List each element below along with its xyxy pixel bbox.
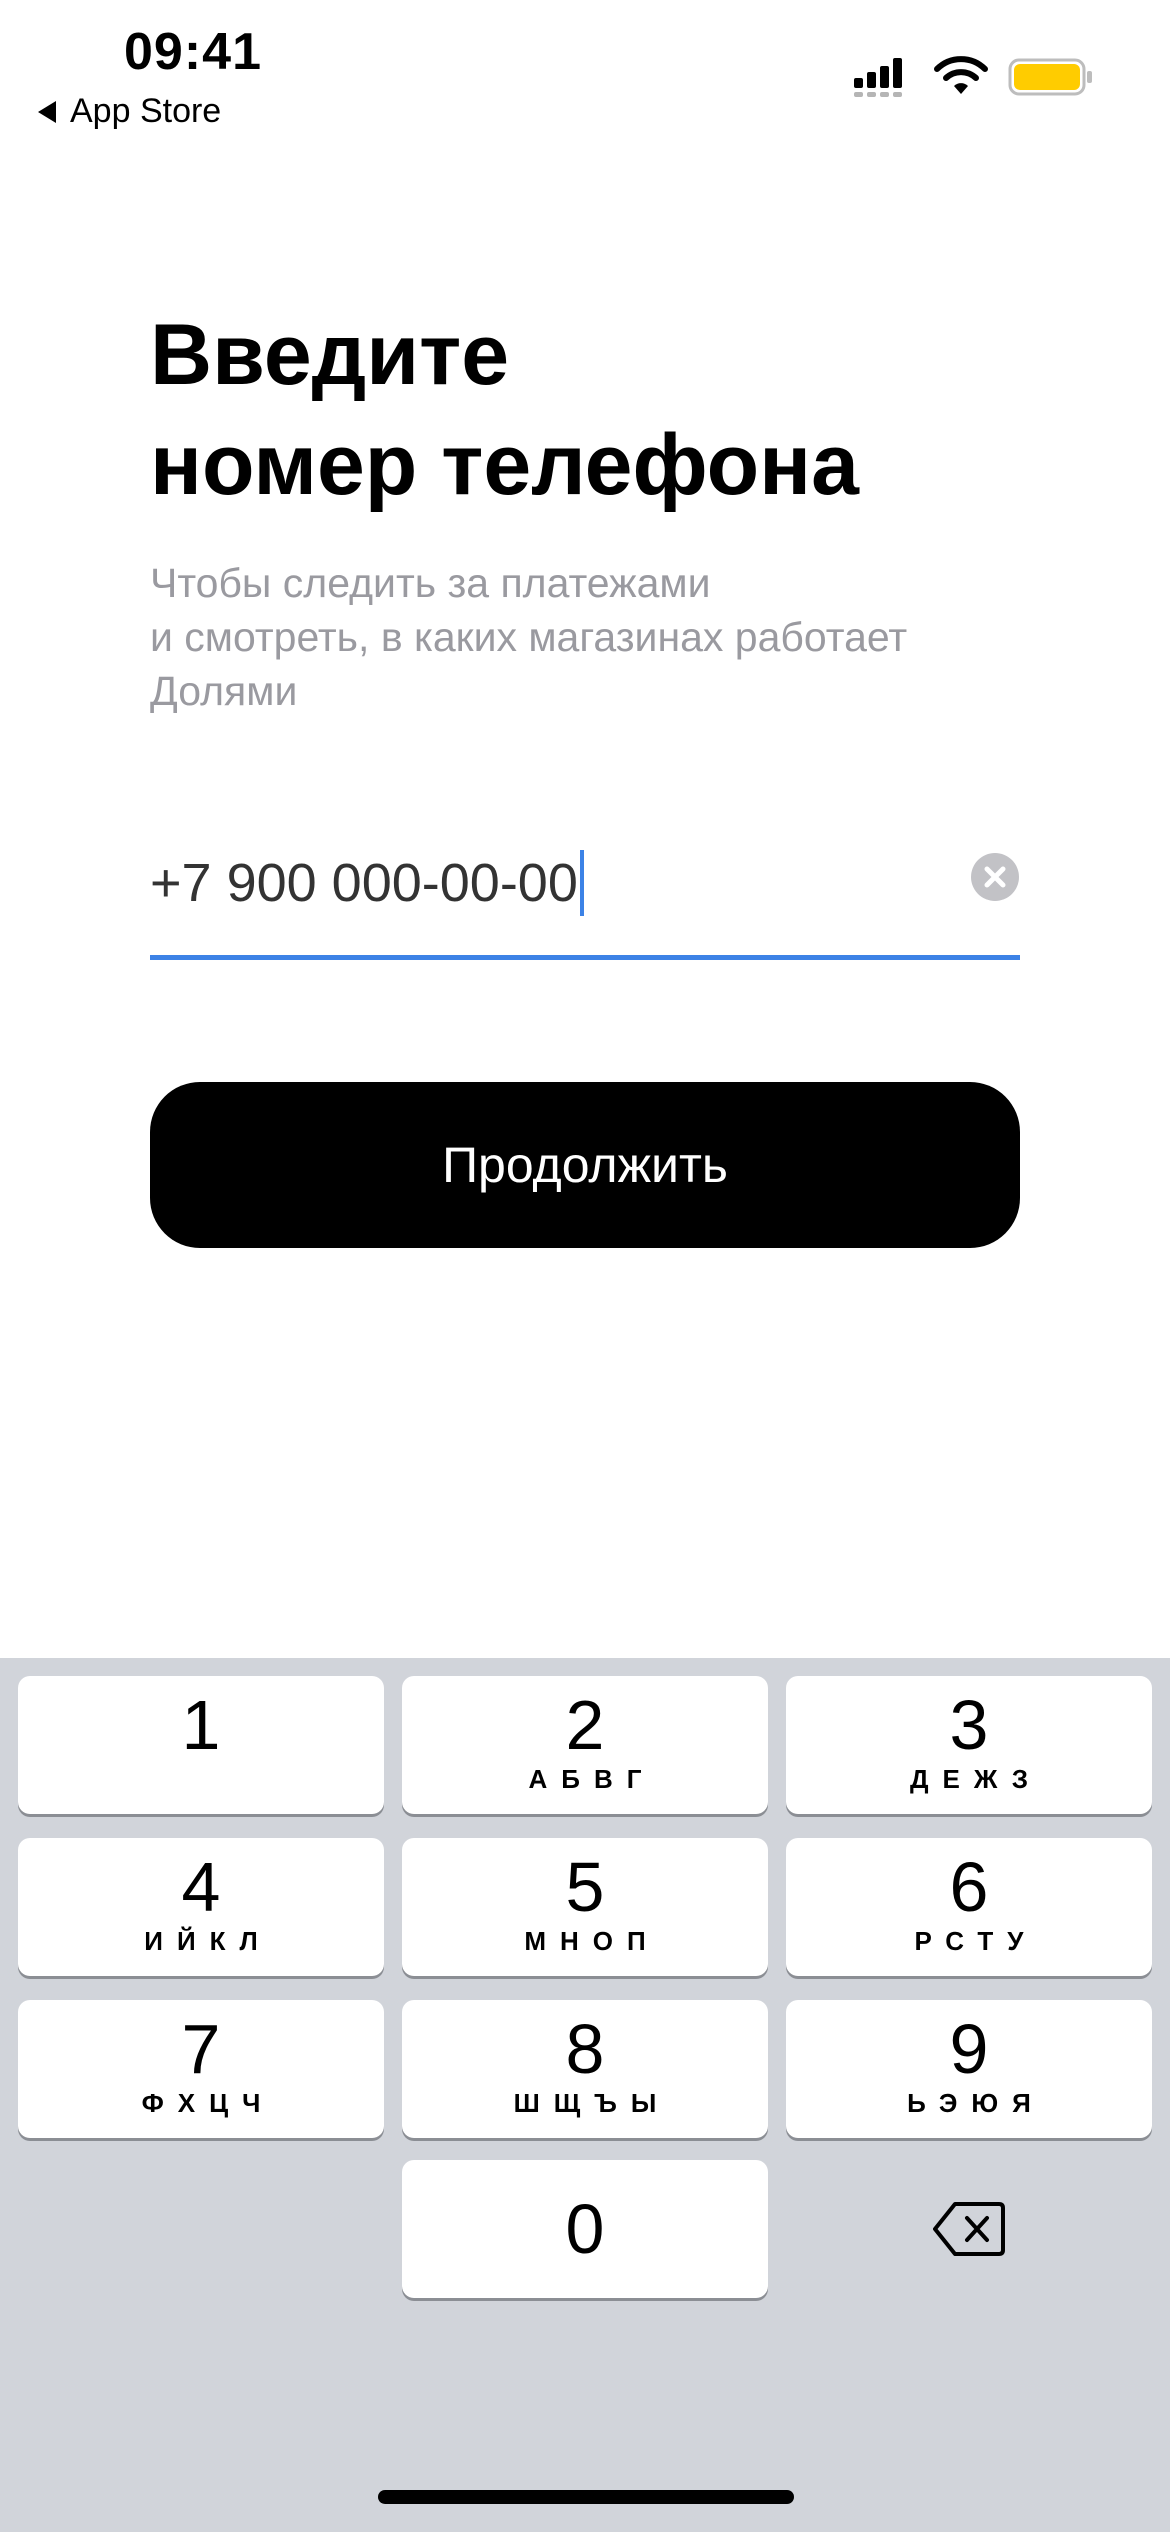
- back-app-label: App Store: [70, 92, 222, 130]
- key-digit: 0: [565, 2190, 605, 2268]
- key-letters: ФХЦЧ: [141, 2088, 275, 2118]
- wifi-icon: [934, 56, 988, 94]
- title-line-1: Введите: [150, 307, 510, 403]
- key-letters: РСТУ: [914, 1926, 1038, 1956]
- key-7[interactable]: 7 ФХЦЧ: [18, 2000, 384, 2138]
- key-letters: ЬЭЮЯ: [907, 2088, 1045, 2118]
- key-2[interactable]: 2 АБВГ: [402, 1676, 768, 1814]
- key-1[interactable]: 1: [18, 1676, 384, 1814]
- key-digit: 8: [565, 2010, 605, 2088]
- clear-input-icon[interactable]: [970, 852, 1020, 902]
- subtitle-line-1: Чтобы следить за платежами: [150, 560, 711, 606]
- subtitle-line-2: и смотреть, в каких магазинах работает: [150, 614, 908, 660]
- back-triangle-icon: [38, 100, 56, 123]
- key-digit: 7: [181, 2010, 221, 2088]
- key-digit: 3: [949, 1686, 989, 1764]
- key-digit: 4: [181, 1848, 221, 1926]
- phone-input[interactable]: +7 900 000-00-00: [150, 830, 1020, 960]
- key-letters: ИЙКЛ: [144, 1926, 272, 1956]
- backspace-icon: [933, 2202, 1005, 2256]
- page-title: Введите номер телефона: [150, 300, 1050, 520]
- phone-input-value-wrap: +7 900 000-00-00: [150, 850, 584, 916]
- key-letters: ШЩЪЫ: [513, 2088, 671, 2118]
- key-6[interactable]: 6 РСТУ: [786, 1838, 1152, 1976]
- key-8[interactable]: 8 ШЩЪЫ: [402, 2000, 768, 2138]
- subtitle-line-3: Долями: [150, 668, 298, 714]
- key-digit: 2: [565, 1686, 605, 1764]
- key-4[interactable]: 4 ИЙКЛ: [18, 1838, 384, 1976]
- back-to-app-store[interactable]: App Store: [38, 92, 221, 131]
- key-letters: АБВГ: [528, 1764, 656, 1794]
- key-5[interactable]: 5 МНОП: [402, 1838, 768, 1976]
- key-digit: 9: [949, 2010, 989, 2088]
- numeric-keypad: 1 2 АБВГ 3 ДЕЖЗ 4 ИЙКЛ 5 МНОП 6 РСТУ 7 Ф…: [0, 1658, 1170, 2532]
- key-digit: 6: [949, 1848, 989, 1926]
- cellular-signal-icon: [854, 58, 902, 97]
- page-subtitle: Чтобы следить за платежами и смотреть, в…: [150, 556, 1050, 718]
- text-caret: [579, 850, 584, 916]
- battery-icon: [1008, 58, 1092, 96]
- phone-entry-screen: 09:41 App Store Введите номер телефона Ч…: [0, 0, 1170, 2532]
- continue-button[interactable]: Продолжить: [150, 1082, 1020, 1248]
- key-digit: 5: [565, 1848, 605, 1926]
- status-time: 09:41: [124, 23, 262, 81]
- phone-input-value: +7 900 000-00-00: [150, 853, 578, 913]
- key-3[interactable]: 3 ДЕЖЗ: [786, 1676, 1152, 1814]
- key-letters: ДЕЖЗ: [910, 1764, 1042, 1794]
- home-indicator: [378, 2490, 794, 2504]
- key-9[interactable]: 9 ЬЭЮЯ: [786, 2000, 1152, 2138]
- key-letters: МНОП: [524, 1926, 660, 1956]
- key-digit: 1: [181, 1686, 221, 1764]
- title-line-2: номер телефона: [150, 417, 859, 513]
- key-0[interactable]: 0: [402, 2160, 768, 2298]
- delete-key[interactable]: [786, 2160, 1152, 2298]
